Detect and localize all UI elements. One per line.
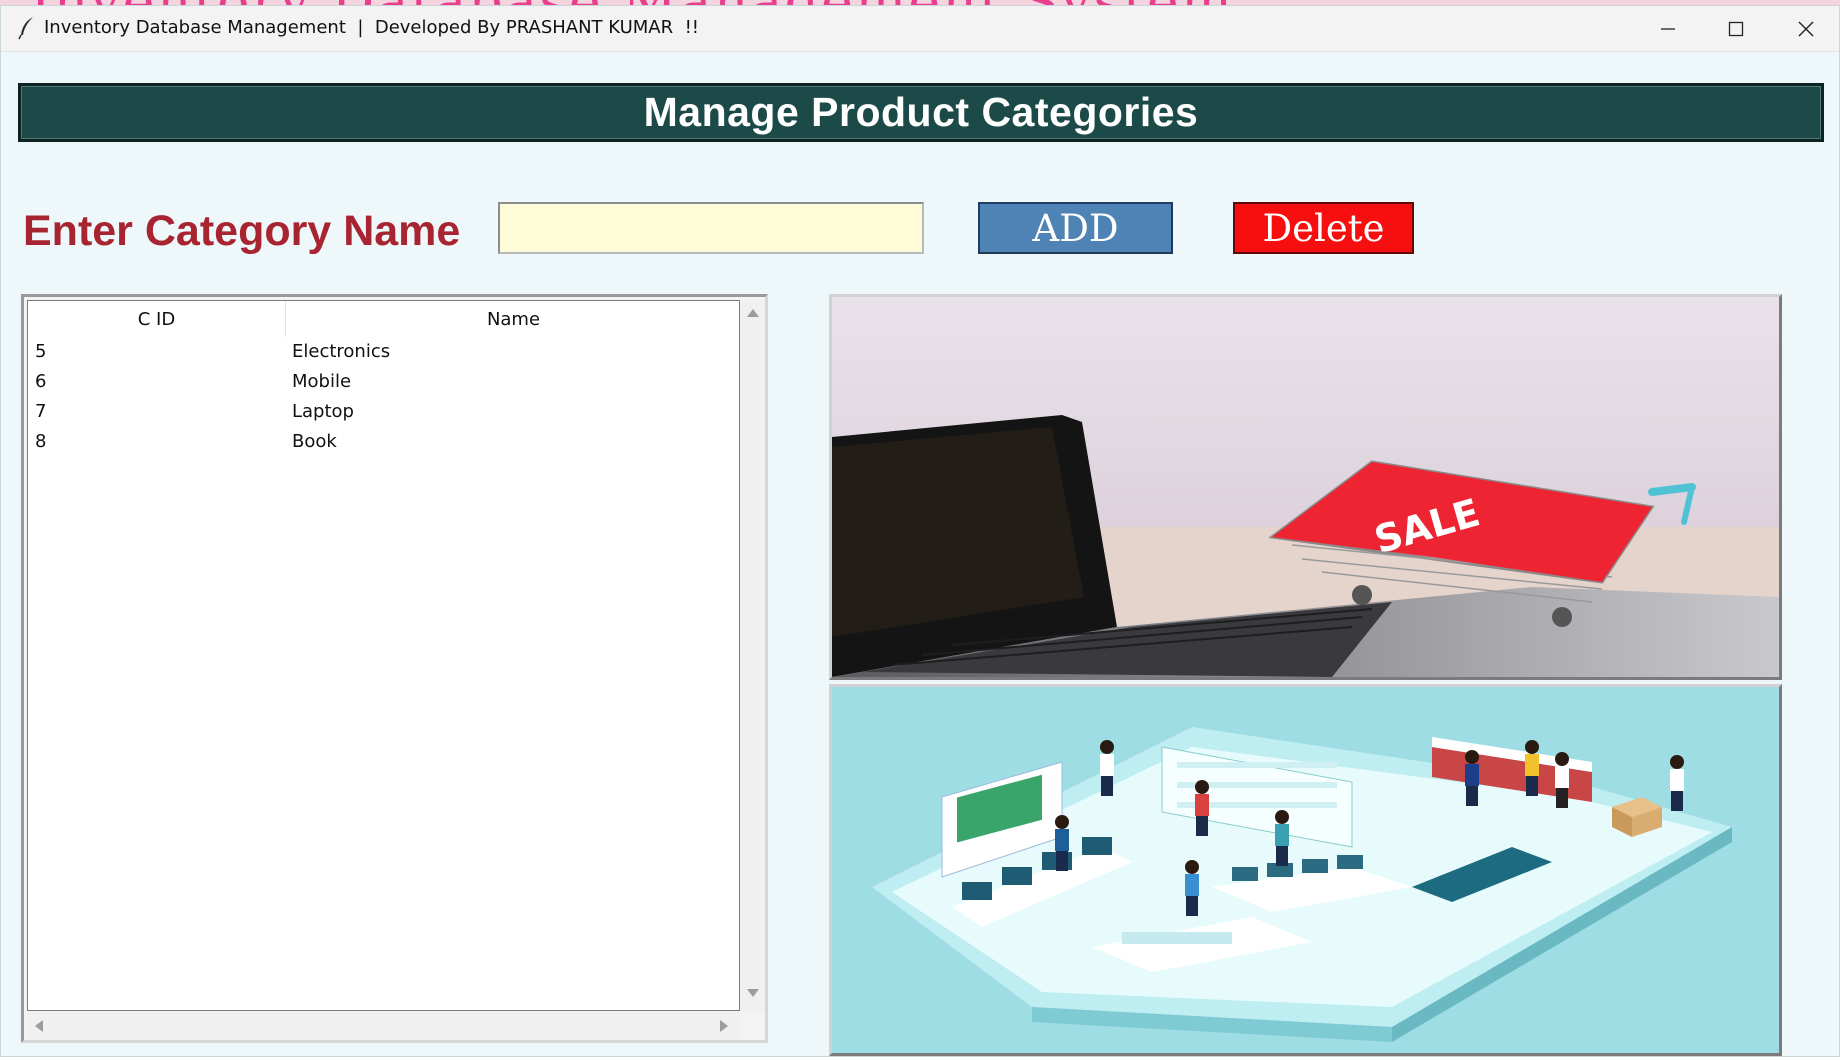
maximize-icon	[1728, 21, 1744, 37]
page-header: Manage Product Categories	[18, 83, 1824, 142]
category-table-frame: C ID Name 5 Electronics 6 Mobile 7 Lapto…	[21, 294, 768, 1043]
horizontal-scrollbar[interactable]	[27, 1012, 740, 1040]
category-name-input[interactable]	[498, 202, 924, 254]
table-row[interactable]: 5 Electronics	[28, 337, 739, 367]
scroll-up-icon[interactable]	[747, 309, 759, 317]
delete-button[interactable]: Delete	[1233, 202, 1414, 254]
table-row[interactable]: 7 Laptop	[28, 397, 739, 427]
category-table[interactable]: C ID Name 5 Electronics 6 Mobile 7 Lapto…	[27, 300, 740, 1011]
close-button[interactable]	[1771, 6, 1840, 52]
cell-cid: 5	[35, 341, 47, 362]
page-title: Manage Product Categories	[643, 89, 1199, 135]
close-icon	[1798, 21, 1814, 37]
title-bar[interactable]: Inventory Database Management | Develope…	[1, 6, 1839, 52]
maximize-button[interactable]	[1701, 6, 1771, 52]
laptop-sale-image: SALE	[829, 294, 1782, 680]
column-header-name[interactable]: Name	[286, 301, 741, 337]
cell-name: Electronics	[292, 341, 391, 362]
table-row[interactable]: 8 Book	[28, 427, 739, 457]
app-window: Inventory Database Management | Develope…	[0, 5, 1840, 1057]
window-title: Inventory Database Management | Develope…	[44, 17, 699, 38]
feather-app-icon	[18, 17, 33, 40]
cell-cid: 6	[35, 371, 47, 392]
cell-name: Book	[292, 431, 337, 452]
vertical-scrollbar[interactable]	[741, 300, 765, 1011]
scroll-left-icon[interactable]	[35, 1020, 43, 1032]
cell-cid: 8	[35, 431, 47, 452]
add-button[interactable]: ADD	[978, 202, 1173, 254]
cell-name: Mobile	[292, 371, 352, 392]
cell-name: Laptop	[292, 401, 354, 422]
scroll-right-icon[interactable]	[720, 1020, 728, 1032]
cell-cid: 7	[35, 401, 47, 422]
table-header: C ID Name	[28, 301, 739, 337]
scroll-down-icon[interactable]	[747, 989, 759, 997]
electronics-store-image	[829, 684, 1782, 1056]
category-name-label: Enter Category Name	[23, 207, 461, 255]
minimize-button[interactable]	[1633, 6, 1703, 52]
minimize-icon	[1661, 28, 1675, 30]
column-header-cid[interactable]: C ID	[28, 301, 286, 337]
table-row[interactable]: 6 Mobile	[28, 367, 739, 397]
